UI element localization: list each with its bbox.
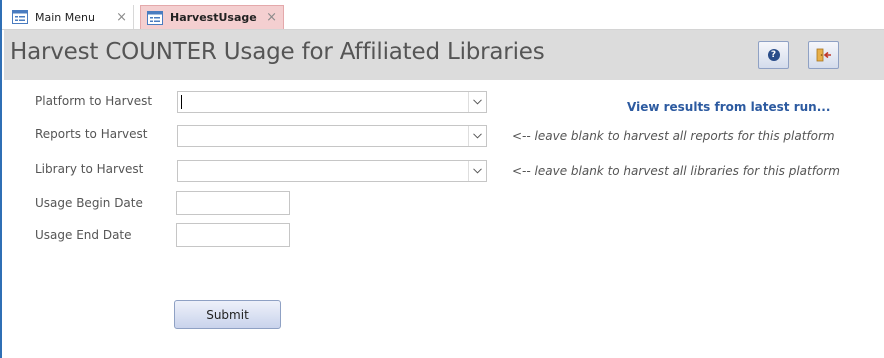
tab-main-menu-label: Main Menu [35,10,95,24]
library-dropdown-button[interactable] [468,161,486,181]
document-tab-strip: Main Menu × HarvestUsage × [2,0,884,30]
tab-harvest-usage[interactable]: HarvestUsage × [140,5,284,29]
form-icon [147,10,163,25]
view-results-link[interactable]: View results from latest run... [627,100,830,114]
submit-button[interactable]: Submit [174,300,281,329]
chevron-down-icon [473,99,482,105]
form-icon [12,10,28,24]
page-title: Harvest COUNTER Usage for Affiliated Lib… [10,39,545,65]
question-icon: ? [767,49,780,61]
end-date-field[interactable] [176,223,290,247]
platform-label: Platform to Harvest [35,94,153,108]
close-icon[interactable]: × [116,11,127,24]
library-label: Library to Harvest [35,162,144,176]
library-combo[interactable] [177,160,487,182]
exit-button[interactable] [808,41,839,69]
reports-combo[interactable] [177,125,487,147]
platform-dropdown-button[interactable] [468,92,486,112]
tab-main-menu[interactable]: Main Menu × [6,5,134,29]
end-date-label: Usage End Date [35,228,132,242]
begin-date-label: Usage Begin Date [35,196,143,210]
help-button[interactable]: ? [758,41,789,69]
exit-door-icon [816,48,831,62]
tab-harvest-usage-label: HarvestUsage [170,11,257,24]
reports-label: Reports to Harvest [35,127,148,141]
text-cursor [181,95,182,109]
reports-hint: <-- leave blank to harvest all reports f… [512,129,835,143]
chevron-down-icon [473,133,482,139]
form-header: Harvest COUNTER Usage for Affiliated Lib… [4,30,884,80]
form-window: Main Menu × HarvestUsage × Harvest COUNT… [0,0,884,358]
chevron-down-icon [473,168,482,174]
platform-combo[interactable] [177,91,487,113]
reports-dropdown-button[interactable] [468,126,486,146]
close-icon[interactable]: × [266,11,277,24]
begin-date-field[interactable] [176,191,290,215]
library-hint: <-- leave blank to harvest all libraries… [512,164,840,178]
